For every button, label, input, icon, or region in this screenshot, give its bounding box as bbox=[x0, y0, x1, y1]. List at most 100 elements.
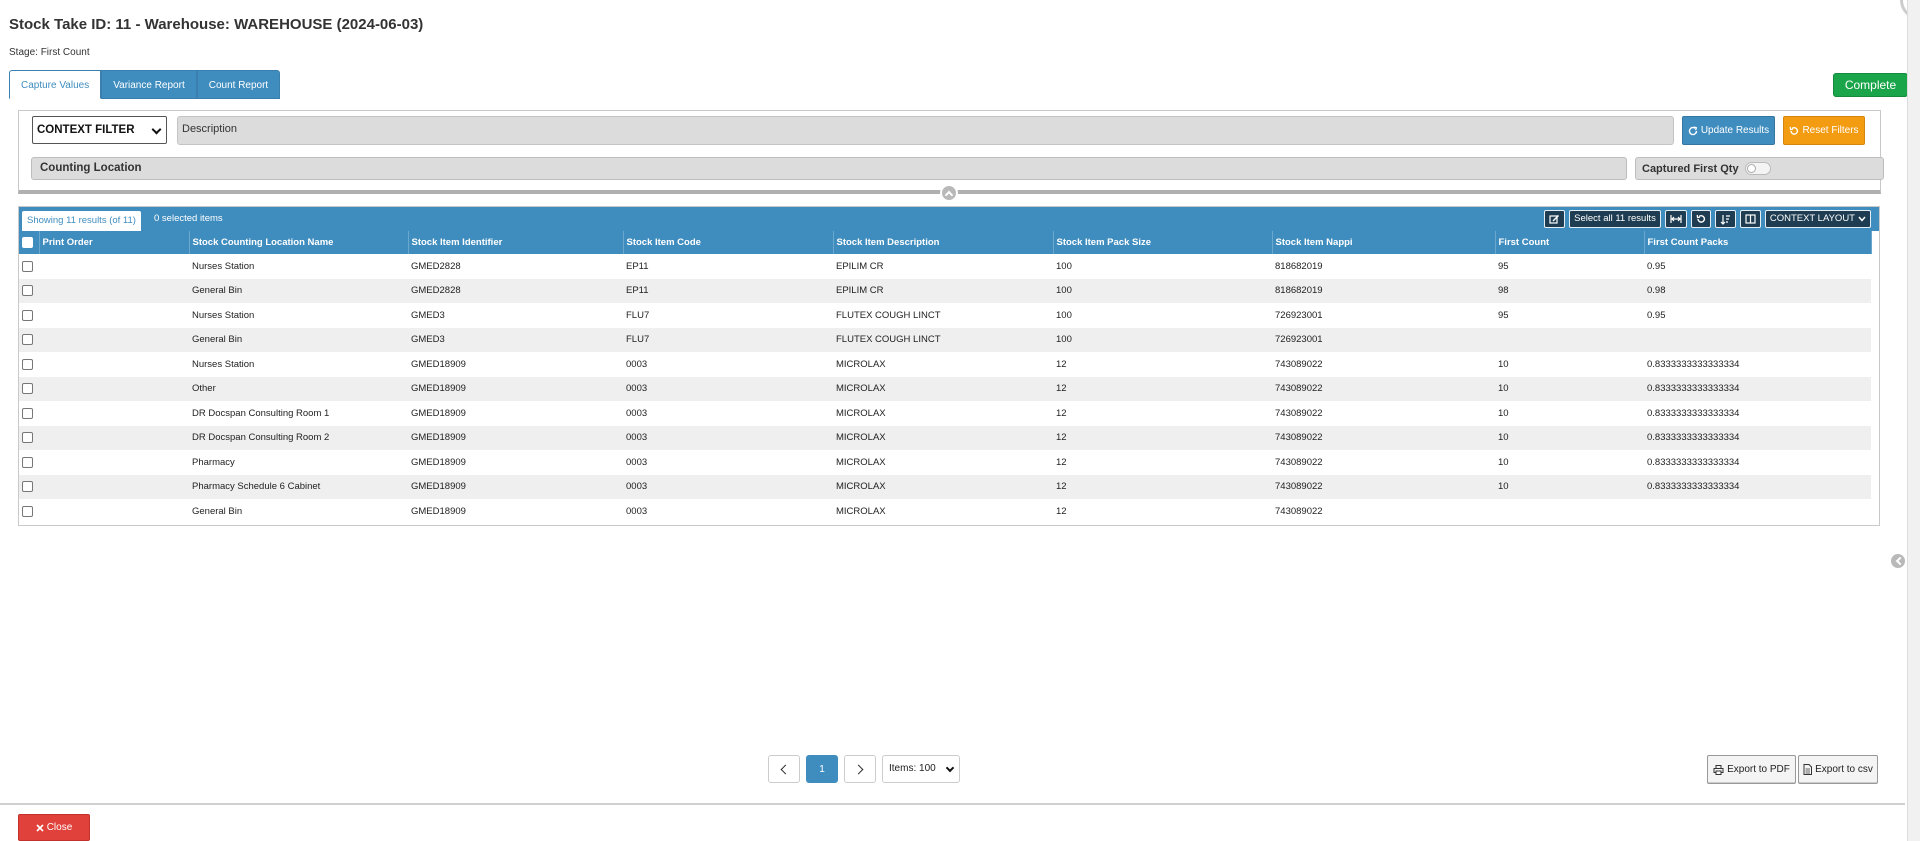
table-cell: FLUTEX COUGH LINCT bbox=[836, 334, 941, 346]
items-per-page-select[interactable]: Items: 100 bbox=[882, 755, 960, 783]
table-cell: DR Docspan Consulting Room 2 bbox=[192, 432, 330, 444]
row-checkbox[interactable] bbox=[22, 334, 33, 346]
prev-page-button[interactable] bbox=[768, 755, 800, 783]
counting-location-filter[interactable]: Counting Location bbox=[31, 157, 1627, 180]
page-scrollbar[interactable] bbox=[1907, 0, 1920, 841]
table-row[interactable]: Nurses Station GMED2828 EP11 EPILIM CR 100 81… bbox=[19, 254, 1871, 279]
columns-button[interactable] bbox=[1739, 210, 1761, 228]
table-cell: 100 bbox=[1056, 260, 1072, 272]
table-cell: 0.8333333333333334 bbox=[1647, 432, 1740, 444]
context-filter-select[interactable]: CONTEXT FILTER bbox=[32, 116, 167, 144]
row-checkbox-cell[interactable] bbox=[19, 328, 39, 353]
context-layout-button[interactable]: CONTEXT LAYOUT bbox=[1764, 210, 1871, 228]
row-checkbox[interactable] bbox=[22, 481, 33, 493]
table-cell: 743089022 bbox=[1275, 383, 1323, 395]
table-cell: 12 bbox=[1056, 505, 1067, 517]
tab-variance-report[interactable]: Variance Report bbox=[101, 70, 197, 99]
complete-button[interactable]: Complete bbox=[1833, 73, 1908, 97]
table-cell bbox=[39, 401, 189, 426]
row-checkbox[interactable] bbox=[22, 285, 33, 297]
close-icon bbox=[36, 823, 44, 832]
table-row[interactable]: Other GMED18909 0003 MICROLAX 12 743089022 10 0… bbox=[19, 376, 1871, 402]
table-row[interactable]: DR Docspan Consulting Room 1 GMED18909 000… bbox=[19, 401, 1871, 426]
results-table: Print Order Stock Counting Location Name S… bbox=[19, 231, 1872, 524]
table-row[interactable]: Pharmacy GMED18909 0003 MICROLAX 12 743089022… bbox=[19, 450, 1871, 475]
column-header[interactable]: Stock Item Pack Size bbox=[1053, 231, 1273, 254]
table-cell: DR Docspan Consulting Room 1 bbox=[192, 407, 330, 419]
table-row[interactable]: General Bin GMED2828 EP11 EPILIM CR 100 81868… bbox=[19, 278, 1871, 304]
table-cell: MICROLAX bbox=[836, 481, 886, 493]
chevron-down-icon bbox=[945, 763, 955, 773]
captured-first-qty-toggle[interactable] bbox=[1744, 162, 1771, 175]
tab-capture-values[interactable]: Capture Values bbox=[9, 70, 102, 99]
table-cell: GMED18909 bbox=[411, 407, 466, 419]
column-header[interactable]: First Count bbox=[1495, 231, 1645, 254]
page-1-button[interactable]: 1 bbox=[806, 755, 838, 783]
row-checkbox-cell[interactable] bbox=[19, 450, 39, 475]
table-cell bbox=[1495, 328, 1644, 353]
column-header[interactable]: Stock Item Identifier bbox=[408, 231, 624, 254]
row-checkbox[interactable] bbox=[22, 456, 33, 468]
column-header[interactable]: Stock Item Description bbox=[833, 231, 1054, 254]
table-row[interactable]: General Bin GMED3 FLU7 FLUTEX COUGH LINCT 10… bbox=[19, 327, 1871, 353]
next-page-button[interactable] bbox=[844, 755, 876, 783]
table-cell bbox=[39, 377, 189, 402]
table-cell: 743089022 bbox=[1275, 505, 1323, 517]
table-cell: 12 bbox=[1056, 432, 1067, 444]
row-checkbox[interactable] bbox=[22, 260, 33, 272]
printer-icon bbox=[1713, 764, 1724, 775]
row-checkbox-cell[interactable] bbox=[19, 475, 39, 500]
side-panel-handle[interactable] bbox=[1889, 552, 1907, 570]
row-checkbox-cell[interactable] bbox=[19, 426, 39, 451]
row-checkbox[interactable] bbox=[22, 407, 33, 419]
table-row[interactable]: General Bin GMED18909 0003 MICROLAX 12 743089… bbox=[19, 499, 1871, 524]
select-all-checkbox-cell[interactable] bbox=[19, 231, 40, 254]
update-results-button[interactable]: Update Results bbox=[1682, 116, 1775, 145]
description-filter[interactable]: Description bbox=[177, 116, 1674, 145]
table-row[interactable]: DR Docspan Consulting Room 2 GMED18909 000… bbox=[19, 425, 1871, 451]
row-checkbox[interactable] bbox=[22, 505, 33, 517]
table-cell: 726923001 bbox=[1275, 334, 1323, 346]
table-cell: GMED3 bbox=[411, 334, 445, 346]
table-cell: 743089022 bbox=[1275, 456, 1323, 468]
select-all-checkbox[interactable] bbox=[22, 236, 33, 248]
column-header[interactable]: Stock Item Nappi bbox=[1272, 231, 1496, 254]
export-csv-button[interactable]: Export to csv bbox=[1798, 755, 1878, 784]
row-checkbox-cell[interactable] bbox=[19, 499, 39, 524]
row-checkbox-cell[interactable] bbox=[19, 279, 39, 304]
row-checkbox-cell[interactable] bbox=[19, 303, 39, 328]
table-row[interactable]: Nurses Station GMED18909 0003 MICROLAX 12 743… bbox=[19, 352, 1871, 377]
row-checkbox-cell[interactable] bbox=[19, 401, 39, 426]
reset-filters-button[interactable]: Reset Filters bbox=[1783, 116, 1865, 145]
table-cell: MICROLAX bbox=[836, 456, 886, 468]
column-header[interactable]: First Count Packs bbox=[1644, 231, 1872, 254]
select-all-button[interactable]: Select all 11 results bbox=[1569, 210, 1661, 228]
close-button[interactable]: Close bbox=[18, 814, 90, 841]
collapse-filters-button[interactable] bbox=[940, 184, 958, 202]
table-cell: 0.8333333333333334 bbox=[1647, 358, 1740, 370]
table-row[interactable]: Nurses Station GMED3 FLU7 FLUTEX COUGH LINC… bbox=[19, 303, 1871, 328]
column-header[interactable]: Stock Counting Location Name bbox=[189, 231, 409, 254]
table-cell: 0.8333333333333334 bbox=[1647, 383, 1740, 395]
column-header[interactable]: Print Order bbox=[39, 231, 190, 254]
row-checkbox-cell[interactable] bbox=[19, 377, 39, 402]
export-pdf-button[interactable]: Export to PDF bbox=[1707, 755, 1796, 784]
sort-button[interactable] bbox=[1714, 210, 1736, 228]
reset-layout-button[interactable] bbox=[1690, 210, 1711, 228]
row-checkbox[interactable] bbox=[22, 432, 33, 444]
row-checkbox-cell[interactable] bbox=[19, 352, 39, 377]
row-checkbox-cell[interactable] bbox=[19, 254, 39, 279]
row-checkbox[interactable] bbox=[22, 358, 33, 370]
undo-icon bbox=[1696, 214, 1705, 223]
table-cell: 10 bbox=[1498, 456, 1509, 468]
column-header[interactable]: Stock Item Code bbox=[623, 231, 834, 254]
table-cell: 98 bbox=[1498, 285, 1509, 297]
table-cell bbox=[39, 450, 189, 475]
row-checkbox[interactable] bbox=[22, 383, 33, 395]
tab-count-report[interactable]: Count Report bbox=[196, 70, 281, 99]
fit-columns-button[interactable] bbox=[1664, 210, 1687, 228]
table-row[interactable]: Pharmacy Schedule 6 Cabinet GMED18909 0003… bbox=[19, 474, 1871, 500]
edit-button[interactable] bbox=[1544, 210, 1566, 228]
table-cell: 743089022 bbox=[1275, 481, 1323, 493]
row-checkbox[interactable] bbox=[22, 309, 33, 321]
